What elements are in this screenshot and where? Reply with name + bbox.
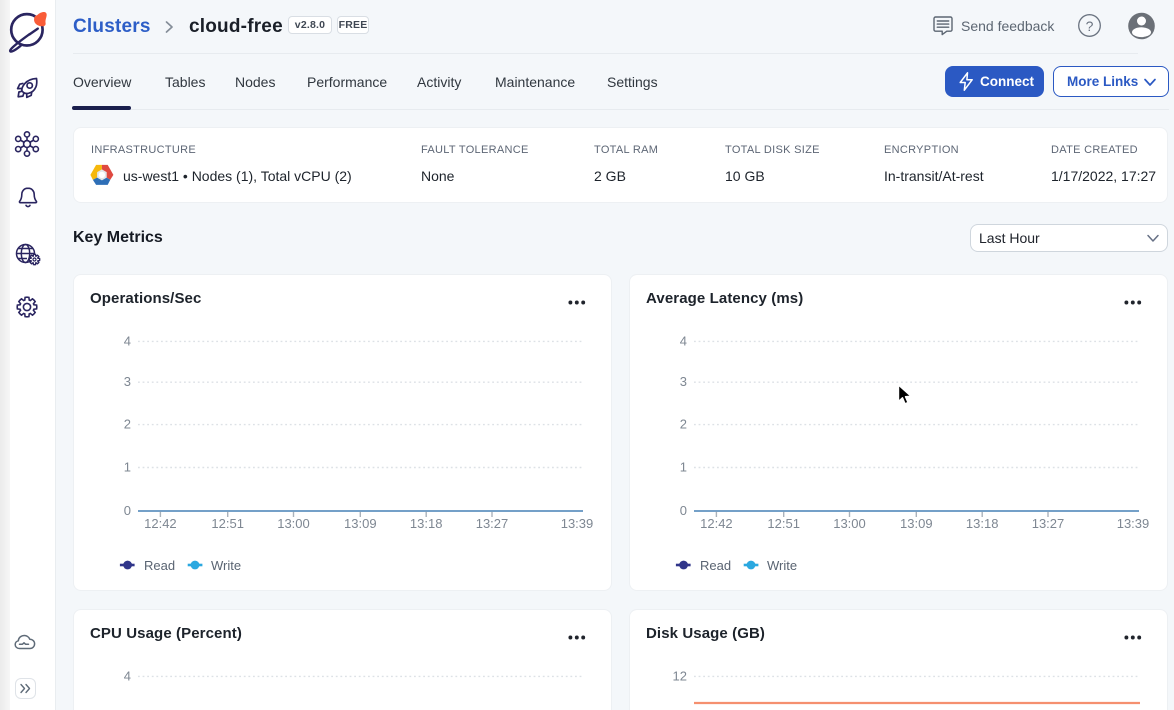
svg-text:12:42: 12:42 (144, 516, 177, 531)
svg-text:12: 12 (673, 668, 687, 683)
svg-text:13:27: 13:27 (476, 516, 509, 531)
svg-text:12:51: 12:51 (767, 516, 800, 531)
svg-text:0: 0 (680, 503, 687, 518)
svg-text:0: 0 (124, 503, 131, 518)
svg-text:12:51: 12:51 (211, 516, 244, 531)
svg-text:13:09: 13:09 (900, 516, 933, 531)
svg-text:13:09: 13:09 (344, 516, 377, 531)
svg-text:2: 2 (680, 417, 687, 432)
svg-text:4: 4 (124, 333, 131, 348)
svg-text:13:18: 13:18 (410, 516, 443, 531)
svg-text:2: 2 (124, 417, 131, 432)
svg-text:4: 4 (124, 668, 131, 683)
svg-text:1: 1 (680, 460, 687, 475)
svg-text:3: 3 (680, 374, 687, 389)
svg-text:3: 3 (124, 374, 131, 389)
svg-text:1: 1 (124, 460, 131, 475)
svg-text:13:00: 13:00 (277, 516, 310, 531)
svg-text:4: 4 (680, 333, 687, 348)
svg-text:12:42: 12:42 (700, 516, 733, 531)
svg-text:13:27: 13:27 (1032, 516, 1065, 531)
svg-text:13:39: 13:39 (561, 516, 594, 531)
svg-text:13:39: 13:39 (1117, 516, 1150, 531)
svg-text:13:18: 13:18 (966, 516, 999, 531)
svg-text:13:00: 13:00 (833, 516, 866, 531)
